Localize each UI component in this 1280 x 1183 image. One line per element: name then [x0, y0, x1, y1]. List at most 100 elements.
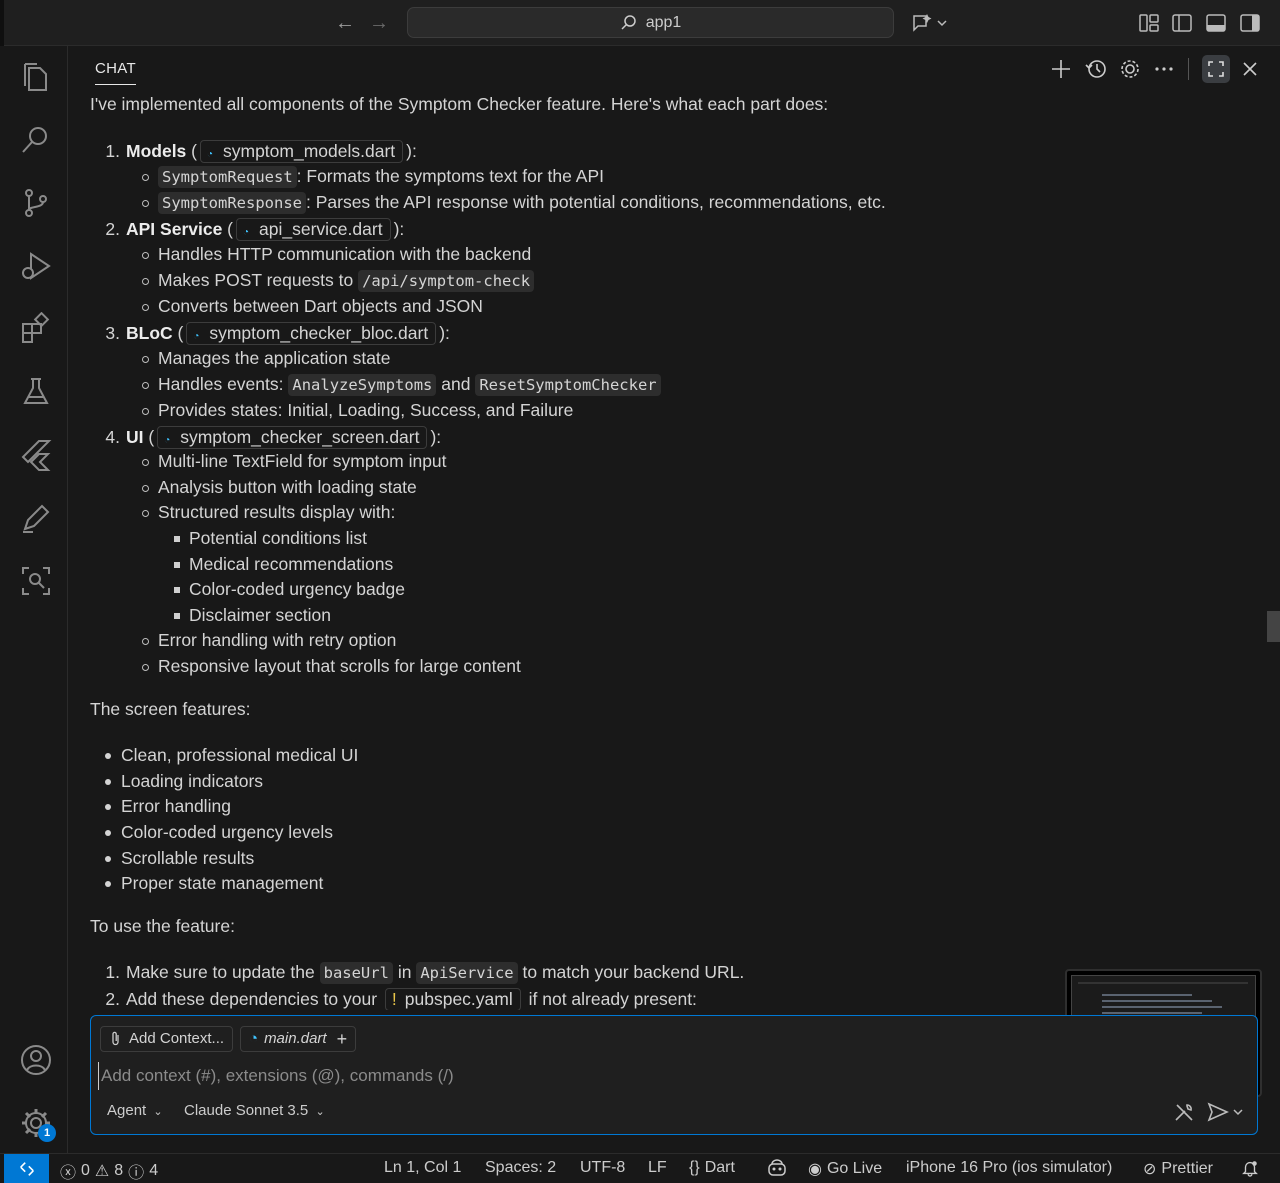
source-control-icon[interactable] — [19, 186, 53, 220]
list-number: 3. — [105, 323, 120, 343]
file-name: pubspec.yaml — [404, 989, 513, 1009]
section-api-service: 2. API Service (◔ api_service.dart): — [100, 218, 404, 241]
toggle-secondary-sidebar-icon[interactable] — [1238, 11, 1262, 35]
section-models: 1. Models (◔ symptom_models.dart): — [100, 140, 417, 163]
list-item: Provides states: Initial, Loading, Succe… — [158, 400, 574, 420]
section-bloc: 3. BLoC (◔ symptom_checker_bloc.dart): — [100, 322, 450, 345]
mode-dropdown[interactable]: Agent ⌄ — [107, 1102, 163, 1119]
search-icon[interactable] — [19, 123, 53, 157]
list-item: Color-coded urgency levels — [121, 822, 334, 842]
list-item-text: : Parses the API response with potential… — [305, 192, 886, 212]
chat-scrollbar-thumb[interactable] — [1267, 611, 1280, 642]
toggle-panel-icon[interactable] — [1204, 11, 1228, 35]
maximize-panel-icon[interactable] — [1202, 55, 1230, 83]
notifications-bell-icon[interactable] — [1241, 1159, 1259, 1177]
list-item-text: Add these dependencies to your — [126, 989, 378, 1009]
bullet-circle — [142, 510, 149, 517]
list-item: Manages the application state — [158, 348, 391, 368]
chat-settings-gear-icon[interactable] — [1117, 56, 1143, 82]
customize-layout-icon[interactable] — [1137, 11, 1161, 35]
bullet-circle — [142, 200, 149, 207]
file-encoding[interactable]: UTF-8 — [580, 1159, 625, 1177]
title-bar: ← → app1 — [0, 0, 1280, 46]
tools-icon[interactable] — [1173, 1101, 1195, 1123]
file-reference[interactable]: ◔ symptom_checker_bloc.dart — [186, 322, 437, 345]
extensions-icon[interactable] — [19, 311, 53, 346]
file-reference[interactable]: ◔ symptom_models.dart — [200, 140, 404, 163]
bullet-dot — [105, 753, 111, 759]
explorer-files-icon[interactable] — [19, 60, 53, 94]
model-dropdown[interactable]: Claude Sonnet 3.5 ⌄ — [184, 1102, 325, 1119]
language-mode[interactable]: {} Dart — [689, 1159, 735, 1177]
list-item: Structured results display with: — [158, 502, 396, 522]
command-center-search[interactable]: app1 — [407, 7, 894, 38]
add-context-label: Add Context... — [129, 1030, 225, 1047]
chat-input-box: Add Context... ◔ main.dart + Agent ⌄ Cla… — [90, 1015, 1258, 1135]
copilot-status-icon[interactable] — [766, 1159, 788, 1177]
yaml-file-icon: ! — [391, 989, 397, 1009]
list-item: Loading indicators — [121, 771, 264, 791]
close-panel-icon[interactable] — [1237, 56, 1263, 82]
bullet-circle — [142, 252, 149, 259]
list-item: Responsive layout that scrolls for large… — [158, 656, 521, 676]
file-name: symptom_checker_screen.dart — [180, 427, 420, 447]
inline-code: baseUrl — [319, 962, 393, 984]
bullet-square — [174, 562, 180, 568]
chat-panel-header: CHAT — [69, 46, 1280, 94]
preview-line — [1102, 1012, 1202, 1014]
send-icon[interactable] — [1207, 1101, 1247, 1123]
problems-indicator[interactable]: ⓧ 0 ⚠ 8 ⓘ 4 — [60, 1159, 158, 1183]
preview-line — [1078, 982, 1248, 984]
indentation[interactable]: Spaces: 2 — [485, 1159, 556, 1177]
file-reference[interactable]: ◔ api_service.dart — [236, 218, 391, 241]
testing-flask-icon[interactable] — [19, 375, 53, 409]
language-label: Dart — [704, 1159, 735, 1176]
inspect-scan-icon[interactable] — [19, 564, 53, 598]
error-icon: ⓧ — [60, 1165, 77, 1182]
remote-window-icon[interactable] — [4, 1154, 49, 1183]
chat-input-field[interactable] — [98, 1062, 998, 1090]
bullet-square — [174, 613, 180, 619]
use-step-2: 2. Add these dependencies to your ! pubspe… — [100, 988, 697, 1010]
list-item-text: Handles events: — [158, 374, 284, 394]
back-arrow-icon[interactable]: ← — [333, 10, 357, 36]
attached-file-chip[interactable]: ◔ main.dart + — [240, 1026, 357, 1052]
preview-line — [1102, 1006, 1222, 1008]
preview-line — [1102, 994, 1192, 996]
tab-chat[interactable]: CHAT — [95, 60, 136, 85]
new-chat-plus-icon[interactable] — [1048, 56, 1074, 82]
prettier-status[interactable]: ⊘ Prettier — [1143, 1159, 1213, 1179]
flutter-icon[interactable] — [19, 438, 53, 472]
file-reference[interactable]: ◔ symptom_checker_screen.dart — [157, 426, 428, 449]
run-and-debug-icon[interactable] — [19, 249, 53, 283]
add-context-button[interactable]: Add Context... — [100, 1026, 234, 1052]
search-icon — [620, 14, 638, 32]
dart-file-icon: ◔ — [193, 331, 200, 342]
bullet-circle — [142, 304, 149, 311]
more-actions-ellipsis-icon[interactable] — [1151, 56, 1177, 82]
chat-history-icon[interactable] — [1083, 56, 1109, 82]
device-selector[interactable]: iPhone 16 Pro (ios simulator) — [906, 1159, 1112, 1177]
accounts-icon[interactable] — [19, 1043, 53, 1077]
prettier-disabled-icon: ⊘ — [1143, 1161, 1157, 1178]
edit-pencil-icon[interactable] — [19, 501, 53, 535]
end-of-line[interactable]: LF — [648, 1159, 667, 1177]
dart-file-icon: ◔ — [164, 435, 171, 446]
go-live-button[interactable]: ◉ Go Live — [808, 1159, 882, 1179]
bullet-dot — [105, 856, 111, 862]
list-item-text: in — [397, 962, 412, 982]
inline-code: AnalyzeSymptoms — [288, 374, 437, 396]
forward-arrow-icon[interactable]: → — [367, 10, 391, 36]
cursor-position[interactable]: Ln 1, Col 1 — [384, 1159, 461, 1177]
add-file-plus-icon[interactable]: + — [337, 1027, 348, 1051]
dart-file-icon: ◔ — [207, 149, 214, 160]
file-reference[interactable]: ! pubspec.yaml — [384, 988, 521, 1010]
toggle-primary-sidebar-icon[interactable] — [1170, 11, 1194, 35]
bullet-dot — [105, 881, 111, 887]
list-item-text: and — [441, 374, 471, 394]
prettier-label: Prettier — [1161, 1160, 1213, 1177]
copilot-sparkle-icon[interactable] — [910, 11, 950, 35]
list-number: 1. — [105, 141, 120, 161]
list-number: 4. — [105, 427, 120, 447]
settings-update-badge: 1 — [38, 1124, 56, 1142]
